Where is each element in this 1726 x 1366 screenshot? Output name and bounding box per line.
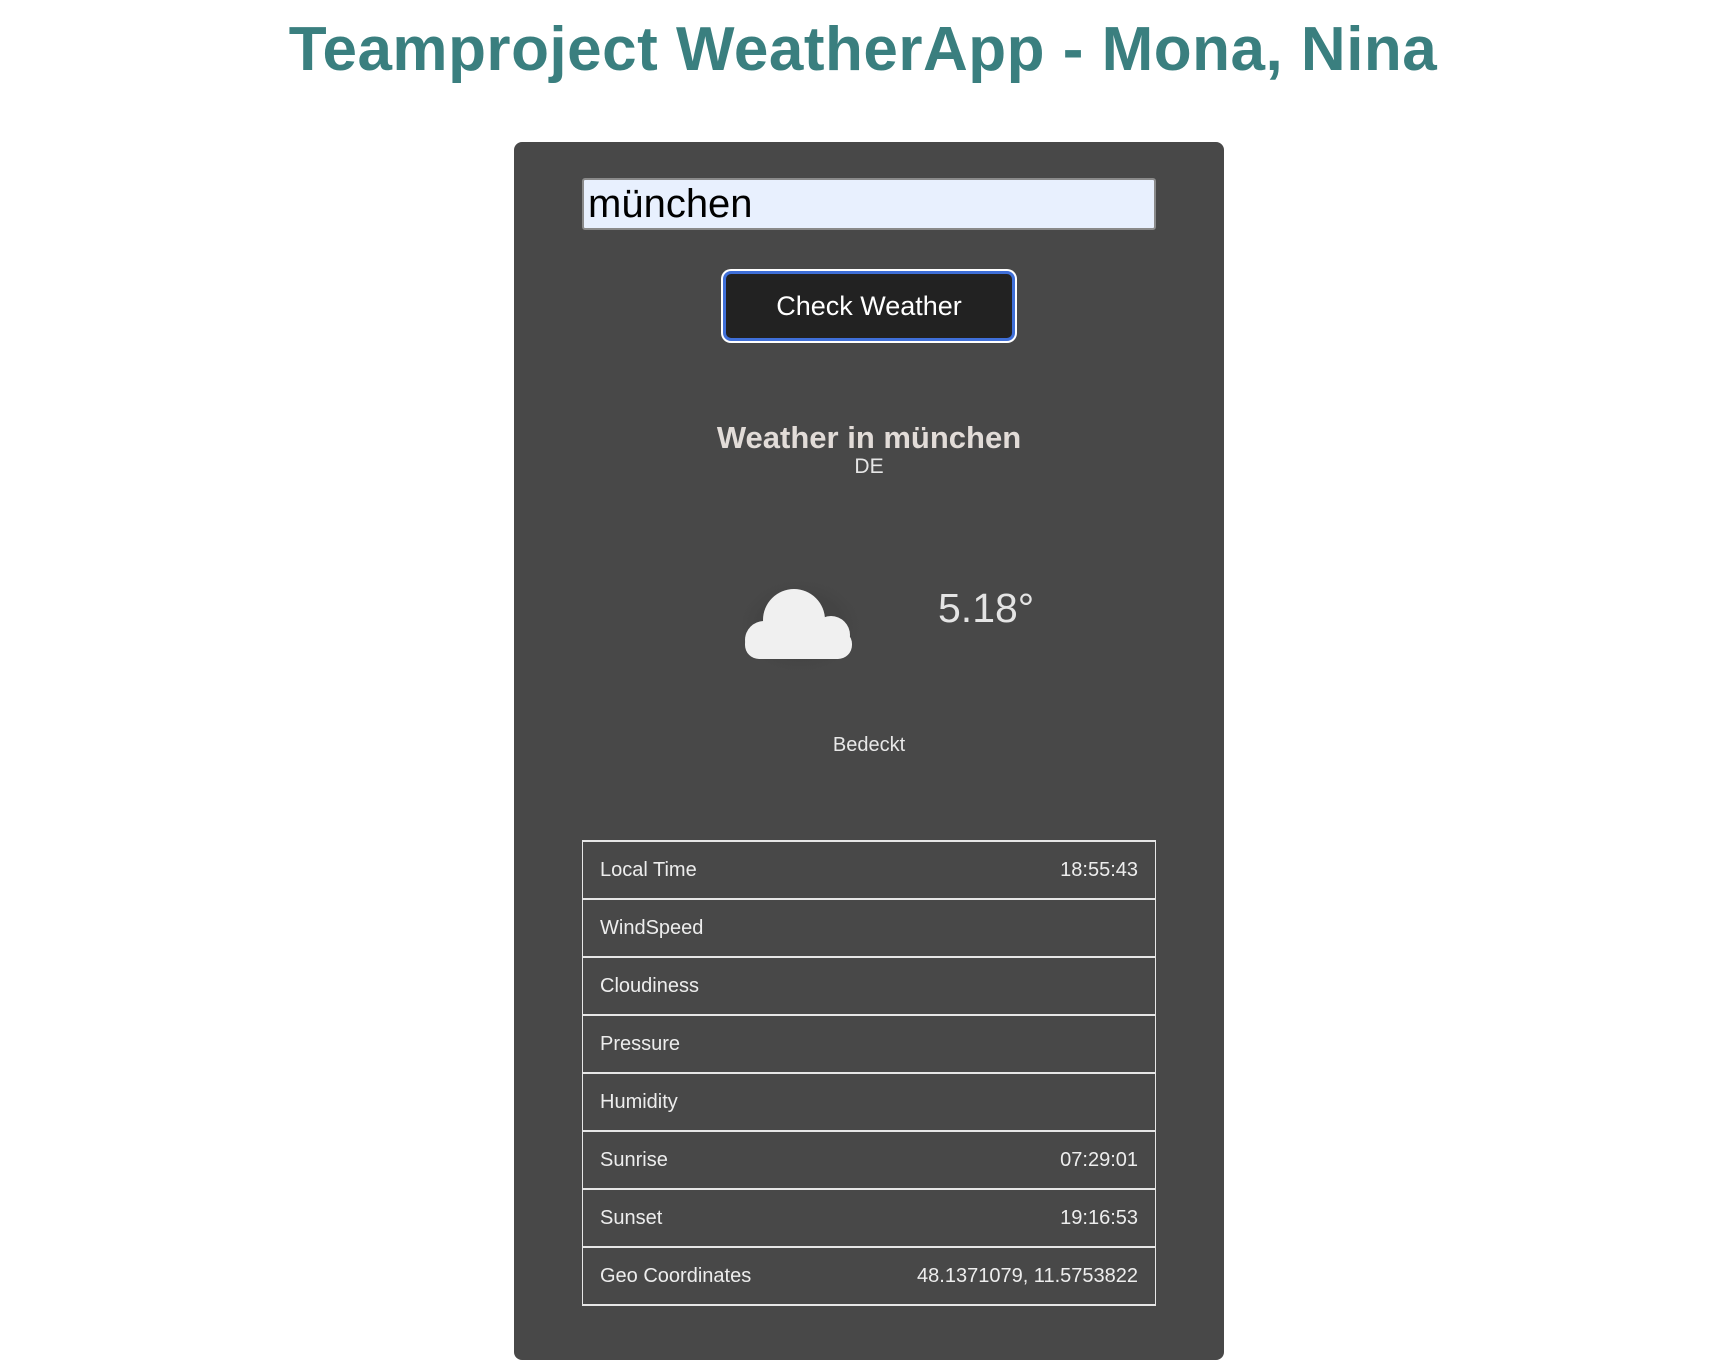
details-label: Humidity xyxy=(581,1072,824,1132)
details-row-humidity: Humidity xyxy=(581,1072,1156,1132)
details-value: 19:16:53 xyxy=(823,1188,1156,1248)
details-label: Sunset xyxy=(581,1188,824,1248)
details-value xyxy=(823,956,1156,1016)
weather-card: Check Weather Weather in münchen DE 5.18… xyxy=(514,142,1224,1360)
check-weather-button[interactable]: Check Weather xyxy=(723,271,1015,341)
details-label: Cloudiness xyxy=(581,956,824,1016)
details-label: Pressure xyxy=(581,1014,824,1074)
details-row-cloudiness: Cloudiness xyxy=(581,956,1156,1016)
details-row-sunset: Sunset 19:16:53 xyxy=(581,1188,1156,1248)
details-label: Sunrise xyxy=(581,1130,824,1190)
details-label: WindSpeed xyxy=(581,898,824,958)
details-row-wind-speed: WindSpeed xyxy=(581,898,1156,958)
details-value xyxy=(823,1014,1156,1074)
temperature-value: 5.18° xyxy=(938,585,1035,631)
details-value xyxy=(823,898,1156,958)
details-label: Geo Coordinates xyxy=(581,1246,824,1306)
details-row-sunrise: Sunrise 07:29:01 xyxy=(581,1130,1156,1190)
details-row-local-time: Local Time 18:55:43 xyxy=(581,840,1156,900)
city-search-input[interactable] xyxy=(582,178,1156,230)
details-label: Local Time xyxy=(581,840,824,900)
details-row-pressure: Pressure xyxy=(581,1014,1156,1074)
page-title: Teamproject WeatherApp - Mona, Nina xyxy=(288,15,1438,84)
weather-description: Bedeckt xyxy=(832,734,906,756)
details-row-geo-coordinates: Geo Coordinates 48.1371079, 11.5753822 xyxy=(581,1246,1156,1306)
cloud-icon xyxy=(732,574,868,678)
weather-details-table: Local Time 18:55:43 WindSpeed Cloudiness… xyxy=(581,840,1156,1306)
weather-location-heading: Weather in münchen xyxy=(716,420,1022,455)
details-value: 07:29:01 xyxy=(823,1130,1156,1190)
details-value: 48.1371079, 11.5753822 xyxy=(823,1246,1156,1306)
details-value: 18:55:43 xyxy=(823,840,1156,900)
country-code: DE xyxy=(854,455,884,478)
details-value xyxy=(823,1072,1156,1132)
